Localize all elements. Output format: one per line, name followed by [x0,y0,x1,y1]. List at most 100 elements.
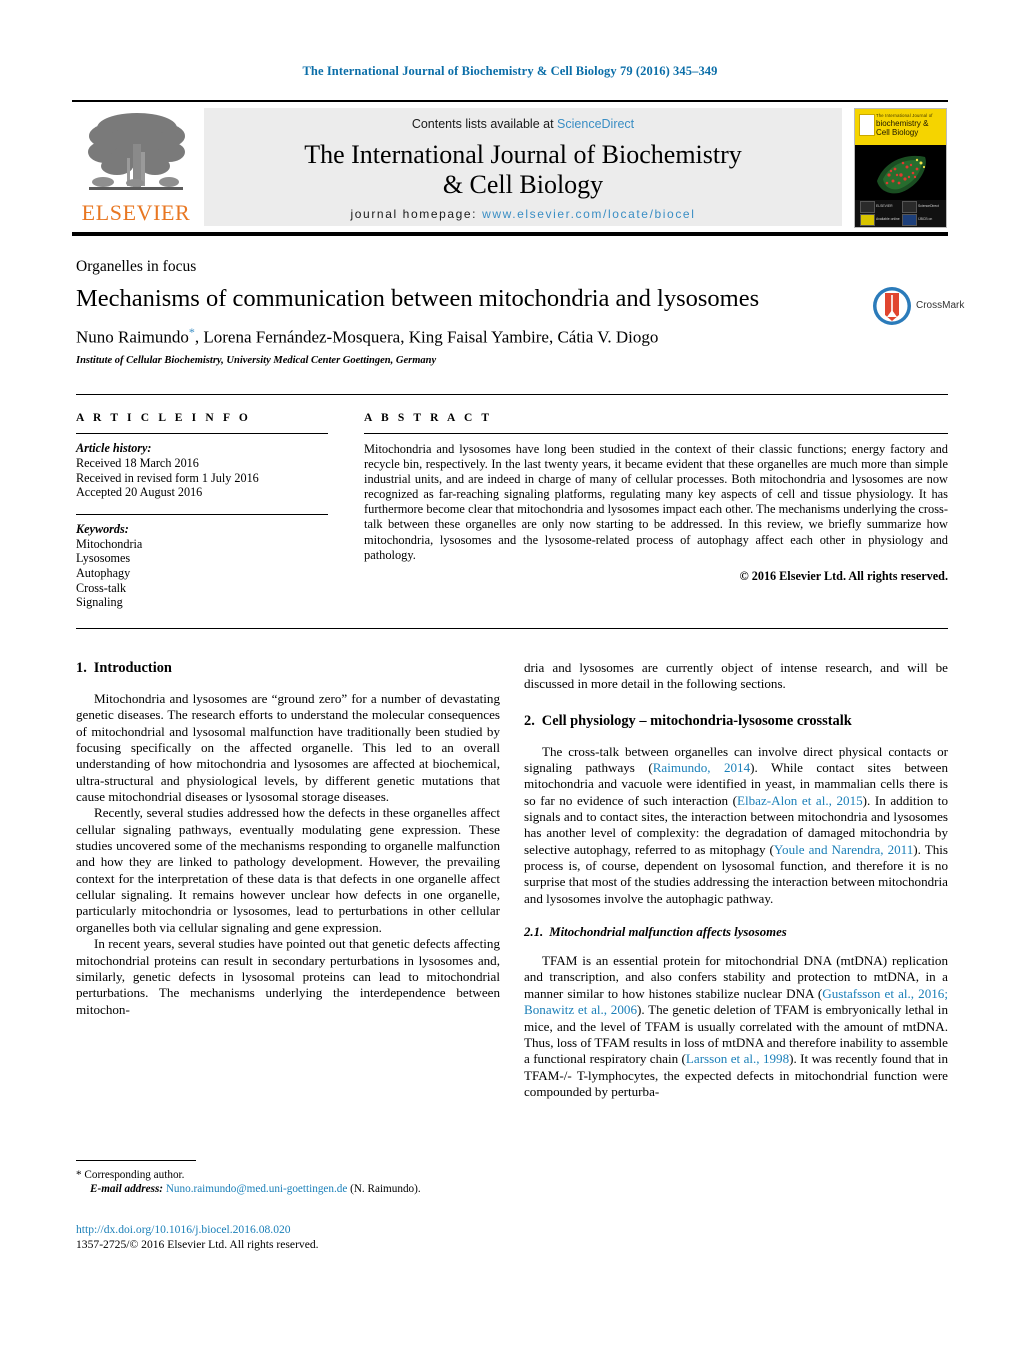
doi-link[interactable]: http://dx.doi.org/10.1016/j.biocel.2016.… [76,1222,506,1237]
cover-icon-label-2: ScienceDirect [918,204,939,208]
author-affiliation: Institute of Cellular Biochemistry, Univ… [76,355,437,366]
article-section-type: Organelles in focus [76,258,197,275]
masthead-center-panel: Contents lists available at ScienceDirec… [204,108,842,226]
crossmark-label: CrossMark [916,300,965,311]
article-info-rule-2 [76,513,328,515]
keywords-block: Keywords: Mitochondria Lysosomes Autopha… [76,522,328,610]
author-first: Nuno Raimundo [76,327,189,347]
citation-link[interactable]: Raimundo, 2014 [653,760,750,775]
footnote-block: * Corresponding author. E-mail address: … [76,1168,506,1196]
cover-title-text: biochemistry & Cell Biology [876,119,944,137]
abstract-rule [364,433,948,434]
email-attribution: (N. Raimundo). [350,1183,421,1195]
journal-title-line2: & Cell Biology [442,170,604,199]
heading-introduction: 1. Introduction [76,660,500,677]
contents-prefix: Contents lists available at [411,117,554,131]
cover-icon-label-3: Available online [876,217,900,221]
body-right-column: dria and lysosomes are currently object … [524,660,948,1100]
footnote-marker: * [76,1169,82,1181]
elsevier-tree-icon [88,113,185,190]
cover-icon-2 [902,201,917,213]
journal-title-line1: The International Journal of Biochemistr… [304,140,742,169]
keyword-item: Lysosomes [76,551,131,566]
email-note: E-mail address: Nuno.raimundo@med.uni-go… [76,1182,506,1196]
paragraph-intro-3: In recent years, several studies have po… [76,936,500,1017]
paper-page: The International Journal of Biochemistr… [0,0,1020,1351]
info-abstract-top-rule [76,394,948,395]
cover-icon-1 [860,201,875,213]
corresponding-author-note: * Corresponding author. [76,1168,506,1182]
article-info-column: A R T I C L E I N F O Article history: R… [76,412,328,610]
cover-title-line1: biochemistry & [876,119,929,128]
citation-link[interactable]: Elbaz-Alon et al., 2015 [737,793,863,808]
journal-homepage-line: journal homepage: www.elsevier.com/locat… [204,207,842,221]
masthead-bottom-rule [72,232,948,236]
history-item: Received 18 March 2016 [76,456,199,470]
corresponding-author-text: Corresponding author. [84,1169,185,1181]
cover-icon-label-1: ELSEVIER [876,204,893,208]
cover-icon-label-4: IJBCB on [918,217,933,221]
paragraph-crosstalk: The cross-talk between organelles can in… [524,744,948,907]
email-link[interactable]: Nuno.raimundo@med.uni-goettingen.de [166,1183,348,1195]
article-info-rule-1 [76,433,328,434]
abstract-heading: A B S T R A C T [364,412,493,424]
keyword-item: Autophagy [76,565,131,580]
heading-text: Introduction [93,660,172,676]
cover-top-small-text: The International Journal of [876,113,933,118]
abstract-copyright: © 2016 Elsevier Ltd. All rights reserved… [739,568,948,583]
journal-masthead: ELSEVIER Contents lists available at Sci… [72,100,948,230]
sciencedirect-link[interactable]: ScienceDirect [557,117,634,131]
cover-title-line2: Cell Biology [876,128,919,137]
heading-text: Mitochondrial malfunction affects lysoso… [549,925,787,940]
journal-homepage-link[interactable]: www.elsevier.com/locate/biocel [482,207,695,221]
email-label: E-mail address: [90,1183,164,1195]
footnote-rule [76,1160,196,1161]
citation-link[interactable]: Youle and Narendra, 2011 [774,842,913,857]
heading-mito-malfunction: 2.1. Mitochondrial malfunction affects ly… [524,925,948,940]
homepage-prefix: journal homepage: [350,207,478,221]
body-left-column: 1. Introduction Mitochondria and lysosome… [76,660,500,1018]
keyword-item: Mitochondria [76,536,143,551]
cover-bottom-icons: ELSEVIER ScienceDirect Available online … [855,199,946,227]
cover-publisher-mark [859,114,875,136]
cover-top-band: The International Journal of biochemistr… [855,109,946,145]
article-history-block: Article history: Received 18 March 2016 … [76,441,328,500]
paragraph-intro-1: Mitochondria and lysosomes are “ground z… [76,691,500,805]
paragraph-intro-3-continued: dria and lysosomes are currently object … [524,660,948,692]
cover-micrograph-image [855,145,946,200]
contents-available-line: Contents lists available at ScienceDirec… [204,117,842,131]
cover-icon-4 [902,214,917,226]
heading-text: Cell physiology – mitochondria-lysosome … [541,712,852,729]
cover-icon-3 [860,214,875,226]
journal-title: The International Journal of Biochemistr… [204,140,842,200]
citation-link[interactable]: Larsson et al., 1998 [686,1051,789,1066]
paragraph-tfam: TFAM is an essential protein for mitocho… [524,953,948,1100]
abstract-text: Mitochondria and lysosomes have long bee… [364,442,948,562]
issn-copyright-line: 1357-2725/© 2016 Elsevier Ltd. All right… [76,1238,319,1251]
heading-number: 2.1. [524,925,544,940]
abstract-column: A B S T R A C T Mitochondria and lysosom… [364,412,948,584]
doi-block: http://dx.doi.org/10.1016/j.biocel.2016.… [76,1222,506,1252]
author-list: Nuno Raimundo*, Lorena Fernández-Mosquer… [76,325,866,348]
info-abstract-bottom-rule [76,628,948,629]
crossmark-badge[interactable]: CrossMark [872,286,965,328]
running-head: The International Journal of Biochemistr… [302,64,718,78]
fluorescence-cell-icon [855,145,946,200]
article-history-label: Article history: [76,441,152,455]
article-title: Mechanisms of communication between mito… [76,285,760,312]
heading-number: 1. [76,660,87,676]
keyword-item: Cross-talk [76,580,127,595]
keywords-label: Keywords: [76,521,129,536]
heading-cell-physiology: 2. Cell physiology – mitochondria-lysosom… [524,713,948,730]
history-item: Received in revised form 1 July 2016 [76,470,259,485]
elsevier-logo: ELSEVIER [75,108,197,226]
elsevier-wordmark: ELSEVIER [81,200,191,225]
keyword-item: Signaling [76,595,123,610]
article-info-heading: A R T I C L E I N F O [76,412,251,424]
author-rest: , Lorena Fernández-Mosquera, King Faisal… [194,327,659,347]
journal-cover-thumbnail: The International Journal of biochemistr… [854,108,947,228]
history-item: Accepted 20 August 2016 [76,485,203,500]
crossmark-icon [873,287,911,325]
masthead-inner: ELSEVIER Contents lists available at Sci… [72,106,948,228]
paragraph-intro-2: Recently, several studies addressed how … [76,805,500,935]
